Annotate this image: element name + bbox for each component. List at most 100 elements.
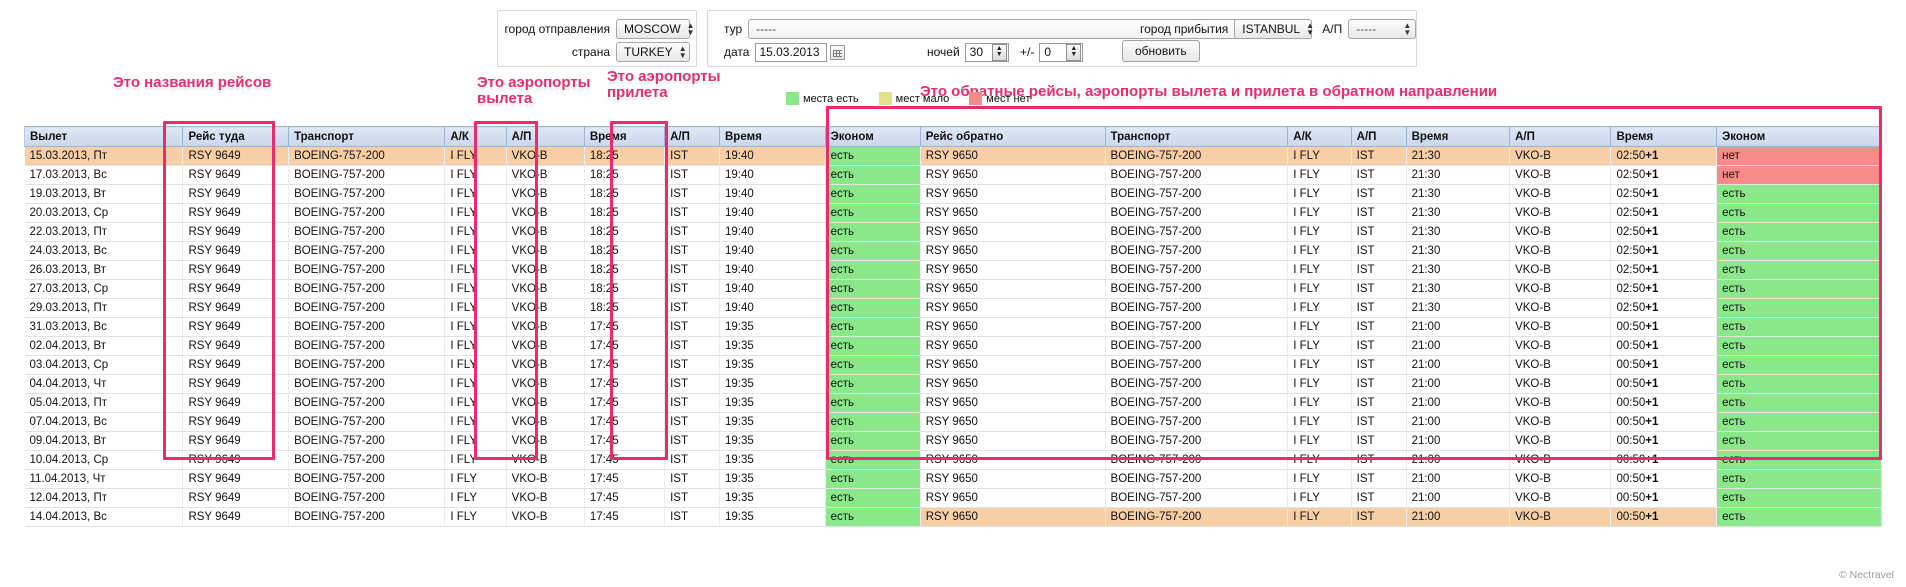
cell-а/к-11: I FLY (1288, 470, 1351, 489)
cell-время-5: 17:45 (584, 394, 664, 413)
cell-эконом-8: есть (825, 147, 920, 166)
legend-swatch-2 (969, 92, 982, 105)
arrive-city-select[interactable]: ISTANBUL ▲▼ (1234, 19, 1312, 39)
column-header-11[interactable]: А/К (1288, 127, 1351, 147)
cell-транспорт-2: BOEING-757-200 (289, 204, 445, 223)
annotation-departure-airports: Это аэропорты вылета (477, 75, 590, 107)
cell-а/п-14: VKO-B (1510, 337, 1611, 356)
table-row[interactable]: 27.03.2013, СрRSY 9649BOEING-757-200I FL… (25, 280, 1882, 299)
column-header-8[interactable]: Эконом (825, 127, 920, 147)
cell-а/п-6: IST (665, 356, 720, 375)
calendar-icon[interactable] (830, 45, 845, 60)
cell-время-5: 18:25 (584, 261, 664, 280)
table-row[interactable]: 11.04.2013, ЧтRSY 9649BOEING-757-200I FL… (25, 470, 1882, 489)
cell-а/к-11: I FLY (1288, 299, 1351, 318)
table-row[interactable]: 24.03.2013, ВсRSY 9649BOEING-757-200I FL… (25, 242, 1882, 261)
cell-а/п-14: VKO-B (1510, 375, 1611, 394)
country-row: страна TURKEY ▲▼ (506, 42, 690, 62)
next-day-marker: +1 (1645, 264, 1658, 276)
cell-а/п-6: IST (665, 204, 720, 223)
cell-время-15: 02:50+1 (1611, 223, 1717, 242)
table-row[interactable]: 19.03.2013, ВтRSY 9649BOEING-757-200I FL… (25, 185, 1882, 204)
table-row[interactable]: 12.04.2013, ПтRSY 9649BOEING-757-200I FL… (25, 489, 1882, 508)
cell-эконом-8: есть (825, 489, 920, 508)
cell-время-7: 19:35 (720, 413, 826, 432)
table-row[interactable]: 02.04.2013, ВтRSY 9649BOEING-757-200I FL… (25, 337, 1882, 356)
cell-а/п-6: IST (665, 280, 720, 299)
arrive-airport-select[interactable]: ----- ▲▼ (1348, 19, 1416, 39)
column-header-2[interactable]: Транспорт (289, 127, 445, 147)
table-row[interactable]: 15.03.2013, ПтRSY 9649BOEING-757-200I FL… (25, 147, 1882, 166)
cell-время-7: 19:35 (720, 451, 826, 470)
cell-транспорт-10: BOEING-757-200 (1105, 394, 1288, 413)
cell-транспорт-10: BOEING-757-200 (1105, 413, 1288, 432)
depart-city-select[interactable]: MOSCOW ▲▼ (616, 19, 690, 39)
cell-транспорт-2: BOEING-757-200 (289, 451, 445, 470)
cell-а/п-6: IST (665, 261, 720, 280)
column-header-16[interactable]: Эконом (1717, 127, 1882, 147)
refresh-button[interactable]: обновить (1122, 40, 1200, 62)
stepper-arrows-icon[interactable]: ▲▼ (1066, 44, 1081, 61)
cell-вылет-0: 09.04.2013, Вт (25, 432, 183, 451)
next-day-marker: +1 (1645, 150, 1658, 162)
table-row[interactable]: 17.03.2013, ВсRSY 9649BOEING-757-200I FL… (25, 166, 1882, 185)
flights-table-wrapper: ВылетРейс тудаТранспортА/КА/ПВремяА/ПВре… (24, 126, 1882, 527)
column-header-9[interactable]: Рейс обратно (920, 127, 1105, 147)
cell-время-15: 00:50+1 (1611, 356, 1717, 375)
app-root: город отправления MOSCOW ▲▼ страна TURKE… (0, 0, 1906, 587)
table-row[interactable]: 14.04.2013, ВсRSY 9649BOEING-757-200I FL… (25, 508, 1882, 527)
cell-а/к-11: I FLY (1288, 356, 1351, 375)
cell-эконом-8: есть (825, 451, 920, 470)
table-row[interactable]: 26.03.2013, ВтRSY 9649BOEING-757-200I FL… (25, 261, 1882, 280)
cell-время-15: 02:50+1 (1611, 299, 1717, 318)
cell-рейсобратно-9: RSY 9650 (920, 204, 1105, 223)
cell-а/п-4: VKO-B (506, 223, 584, 242)
cell-а/п-14: VKO-B (1510, 470, 1611, 489)
table-row[interactable]: 07.04.2013, ВсRSY 9649BOEING-757-200I FL… (25, 413, 1882, 432)
column-header-4[interactable]: А/П (506, 127, 584, 147)
table-row[interactable]: 31.03.2013, ВсRSY 9649BOEING-757-200I FL… (25, 318, 1882, 337)
column-header-1[interactable]: Рейс туда (183, 127, 289, 147)
column-header-7[interactable]: Время (720, 127, 826, 147)
table-row[interactable]: 09.04.2013, ВтRSY 9649BOEING-757-200I FL… (25, 432, 1882, 451)
stepper-arrows-icon[interactable]: ▲▼ (992, 44, 1007, 61)
column-header-13[interactable]: Время (1406, 127, 1510, 147)
country-select[interactable]: TURKEY ▲▼ (616, 42, 690, 62)
cell-эконом-8: есть (825, 356, 920, 375)
cell-а/п-14: VKO-B (1510, 261, 1611, 280)
column-header-3[interactable]: А/К (445, 127, 506, 147)
table-row[interactable]: 05.04.2013, ПтRSY 9649BOEING-757-200I FL… (25, 394, 1882, 413)
nights-row: ночей 30 ▲▼ (927, 42, 1009, 62)
cell-а/п-12: IST (1351, 223, 1406, 242)
table-row[interactable]: 04.04.2013, ЧтRSY 9649BOEING-757-200I FL… (25, 375, 1882, 394)
cell-время-7: 19:35 (720, 356, 826, 375)
cell-рейсобратно-9: RSY 9650 (920, 470, 1105, 489)
plusminus-stepper[interactable]: 0 ▲▼ (1039, 43, 1083, 62)
nights-stepper[interactable]: 30 ▲▼ (965, 43, 1009, 62)
cell-транспорт-2: BOEING-757-200 (289, 223, 445, 242)
cell-а/п-12: IST (1351, 147, 1406, 166)
column-header-6[interactable]: А/П (665, 127, 720, 147)
date-input[interactable]: 15.03.2013 (755, 43, 827, 62)
column-header-10[interactable]: Транспорт (1105, 127, 1288, 147)
depart-city-value: MOSCOW (624, 22, 681, 36)
cell-время-15: 02:50+1 (1611, 242, 1717, 261)
cell-а/п-14: VKO-B (1510, 413, 1611, 432)
cell-а/п-6: IST (665, 318, 720, 337)
table-row[interactable]: 20.03.2013, СрRSY 9649BOEING-757-200I FL… (25, 204, 1882, 223)
column-header-12[interactable]: А/П (1351, 127, 1406, 147)
column-header-5[interactable]: Время (584, 127, 664, 147)
cell-а/п-14: VKO-B (1510, 489, 1611, 508)
table-row[interactable]: 03.04.2013, СрRSY 9649BOEING-757-200I FL… (25, 356, 1882, 375)
cell-рейстуда-1: RSY 9649 (183, 147, 289, 166)
table-row[interactable]: 22.03.2013, ПтRSY 9649BOEING-757-200I FL… (25, 223, 1882, 242)
cell-а/к-3: I FLY (445, 299, 506, 318)
cell-а/п-12: IST (1351, 280, 1406, 299)
column-header-15[interactable]: Время (1611, 127, 1717, 147)
cell-рейстуда-1: RSY 9649 (183, 432, 289, 451)
column-header-14[interactable]: А/П (1510, 127, 1611, 147)
cell-время-7: 19:40 (720, 204, 826, 223)
table-row[interactable]: 29.03.2013, ПтRSY 9649BOEING-757-200I FL… (25, 299, 1882, 318)
table-row[interactable]: 10.04.2013, СрRSY 9649BOEING-757-200I FL… (25, 451, 1882, 470)
column-header-0[interactable]: Вылет (25, 127, 183, 147)
